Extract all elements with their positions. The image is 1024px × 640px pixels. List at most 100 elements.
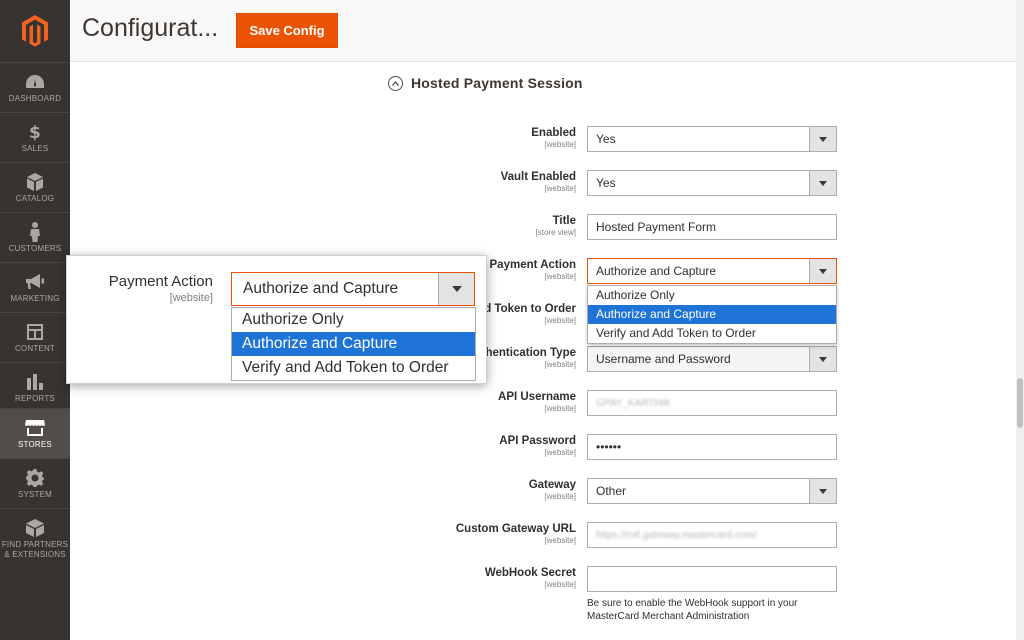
select-value: Yes: [596, 132, 616, 146]
vault-enabled-label: Vault Enabled [website]: [501, 171, 576, 194]
webhook-secret-label: WebHook Secret [website]: [485, 567, 576, 590]
dropdown-arrow-icon: [438, 273, 474, 305]
dropdown-option[interactable]: Verify and Add Token to Order: [232, 356, 475, 380]
field-label: WebHook Secret: [484, 567, 576, 579]
callout-label: Payment Action [website]: [109, 273, 213, 305]
field-scope: [store view]: [535, 228, 576, 237]
sidebar-item-label: CONTENT: [14, 343, 56, 353]
dropdown-arrow-icon: [809, 127, 836, 151]
sidebar-item-find-partners[interactable]: FIND PARTNERS & EXTENSIONS: [0, 508, 70, 568]
dropdown-option-selected[interactable]: Authorize and Capture: [232, 332, 475, 356]
field-label: Title: [552, 215, 576, 227]
custom-gateway-url-input[interactable]: https://mtf.gateway.mastercard.com/: [587, 522, 837, 548]
verify-token-label: d Token to Order [website]: [484, 303, 576, 326]
api-password-label: API Password [website]: [499, 435, 576, 458]
field-label: Payment Action: [108, 273, 213, 290]
enabled-label: Enabled [website]: [531, 127, 576, 150]
field-label: Gateway: [528, 479, 576, 491]
gateway-select[interactable]: Other: [587, 478, 837, 504]
select-value: Yes: [596, 176, 616, 190]
sidebar-item-catalog[interactable]: CATALOG: [0, 162, 70, 212]
section-title: Hosted Payment Session: [411, 75, 583, 91]
magento-logo[interactable]: [0, 0, 70, 62]
sidebar-item-marketing[interactable]: MARKETING: [0, 262, 70, 312]
sidebar-item-customers[interactable]: CUSTOMERS: [0, 212, 70, 262]
dropdown-option[interactable]: Authorize Only: [588, 286, 836, 305]
select-value: Other: [596, 484, 627, 498]
callout-payment-action-select[interactable]: Authorize and Capture: [231, 272, 475, 306]
person-icon: [29, 221, 41, 242]
dashboard-icon: [26, 72, 44, 92]
payment-action-label: Payment Action [website]: [490, 259, 576, 282]
layout-icon: [27, 322, 43, 342]
select-value: Username and Password: [596, 352, 731, 366]
field-scope: [website]: [544, 536, 576, 545]
sidebar-item-sales[interactable]: $ SALES: [0, 112, 70, 162]
scrollbar-thumb[interactable]: [1017, 378, 1023, 428]
title-label: Title [store view]: [536, 215, 576, 238]
field-label: d Token to Order: [484, 303, 576, 315]
vault-enabled-select[interactable]: Yes: [587, 170, 837, 196]
page-scrollbar[interactable]: [1016, 0, 1024, 640]
dropdown-option[interactable]: Authorize Only: [232, 308, 475, 332]
sidebar-item-label: DASHBOARD: [8, 93, 62, 103]
input-value: https://mtf.gateway.mastercard.com/: [596, 529, 757, 541]
api-username-input[interactable]: GPAY_KARTHIK: [587, 390, 837, 416]
dropdown-option[interactable]: Verify and Add Token to Order: [588, 324, 836, 343]
store-icon: [25, 418, 45, 438]
field-label: Vault Enabled: [500, 171, 576, 183]
input-value: ••••••: [596, 440, 622, 454]
api-password-input[interactable]: ••••••: [587, 434, 837, 460]
dollar-icon: $: [28, 122, 42, 142]
zoom-callout: Payment Action [website] Authorize and C…: [66, 255, 487, 384]
payment-action-select[interactable]: Authorize and Capture: [587, 258, 837, 284]
field-scope: [website]: [544, 316, 576, 325]
input-value: Hosted Payment Form: [596, 220, 717, 234]
save-config-button[interactable]: Save Config: [236, 13, 338, 48]
field-label: Custom Gateway URL: [455, 523, 576, 535]
field-label: API Username: [498, 391, 576, 403]
field-scope: [website]: [544, 492, 576, 501]
sidebar-item-reports[interactable]: REPORTS: [0, 362, 70, 412]
svg-text:$: $: [29, 123, 41, 141]
payment-action-dropdown: Authorize Only Authorize and Capture Ver…: [587, 285, 837, 344]
auth-type-select[interactable]: Username and Password: [587, 346, 837, 372]
sidebar-item-dashboard[interactable]: DASHBOARD: [0, 62, 70, 112]
dropdown-arrow-icon: [809, 259, 836, 283]
sidebar-item-label: REPORTS: [15, 393, 55, 403]
sidebar-item-label: FIND PARTNERS: [1, 539, 69, 549]
gear-icon: [26, 468, 44, 488]
callout-dropdown: Authorize Only Authorize and Capture Ver…: [231, 307, 476, 381]
sidebar-item-label: STORES: [18, 439, 52, 449]
field-scope: [website]: [544, 360, 576, 369]
title-input[interactable]: Hosted Payment Form: [587, 214, 837, 240]
field-scope: [website]: [544, 140, 576, 149]
field-scope: [website]: [544, 448, 576, 457]
custom-gateway-url-label: Custom Gateway URL [website]: [456, 523, 576, 546]
field-scope: [website]: [544, 580, 576, 589]
sidebar-item-content[interactable]: CONTENT: [0, 312, 70, 362]
sidebar-item-label: CATALOG: [15, 193, 55, 203]
magento-logo-icon: [22, 15, 48, 47]
cube-icon: [26, 518, 44, 538]
field-scope: [website]: [544, 272, 576, 281]
auth-type-label: uthentication Type [website]: [475, 347, 576, 370]
box-icon: [27, 172, 43, 192]
chevron-up-icon: [388, 75, 403, 91]
enabled-select[interactable]: Yes: [587, 126, 837, 152]
dropdown-option-selected[interactable]: Authorize and Capture: [588, 305, 836, 324]
select-value: Authorize and Capture: [243, 280, 399, 297]
field-label: Payment Action: [489, 259, 576, 271]
sidebar-item-system[interactable]: SYSTEM: [0, 458, 70, 508]
dropdown-arrow-icon: [809, 479, 836, 503]
webhook-secret-input[interactable]: [587, 566, 837, 592]
megaphone-icon: [26, 272, 44, 292]
page-header: Configurat... Save Config: [70, 0, 1016, 62]
sidebar-item-label: MARKETING: [10, 293, 60, 303]
select-value: Authorize and Capture: [596, 264, 717, 278]
field-scope: [website]: [544, 184, 576, 193]
api-username-label: API Username [website]: [498, 391, 576, 414]
bar-chart-icon: [27, 372, 43, 392]
section-toggle[interactable]: Hosted Payment Session: [388, 75, 583, 91]
sidebar-item-stores[interactable]: STORES: [0, 408, 70, 458]
